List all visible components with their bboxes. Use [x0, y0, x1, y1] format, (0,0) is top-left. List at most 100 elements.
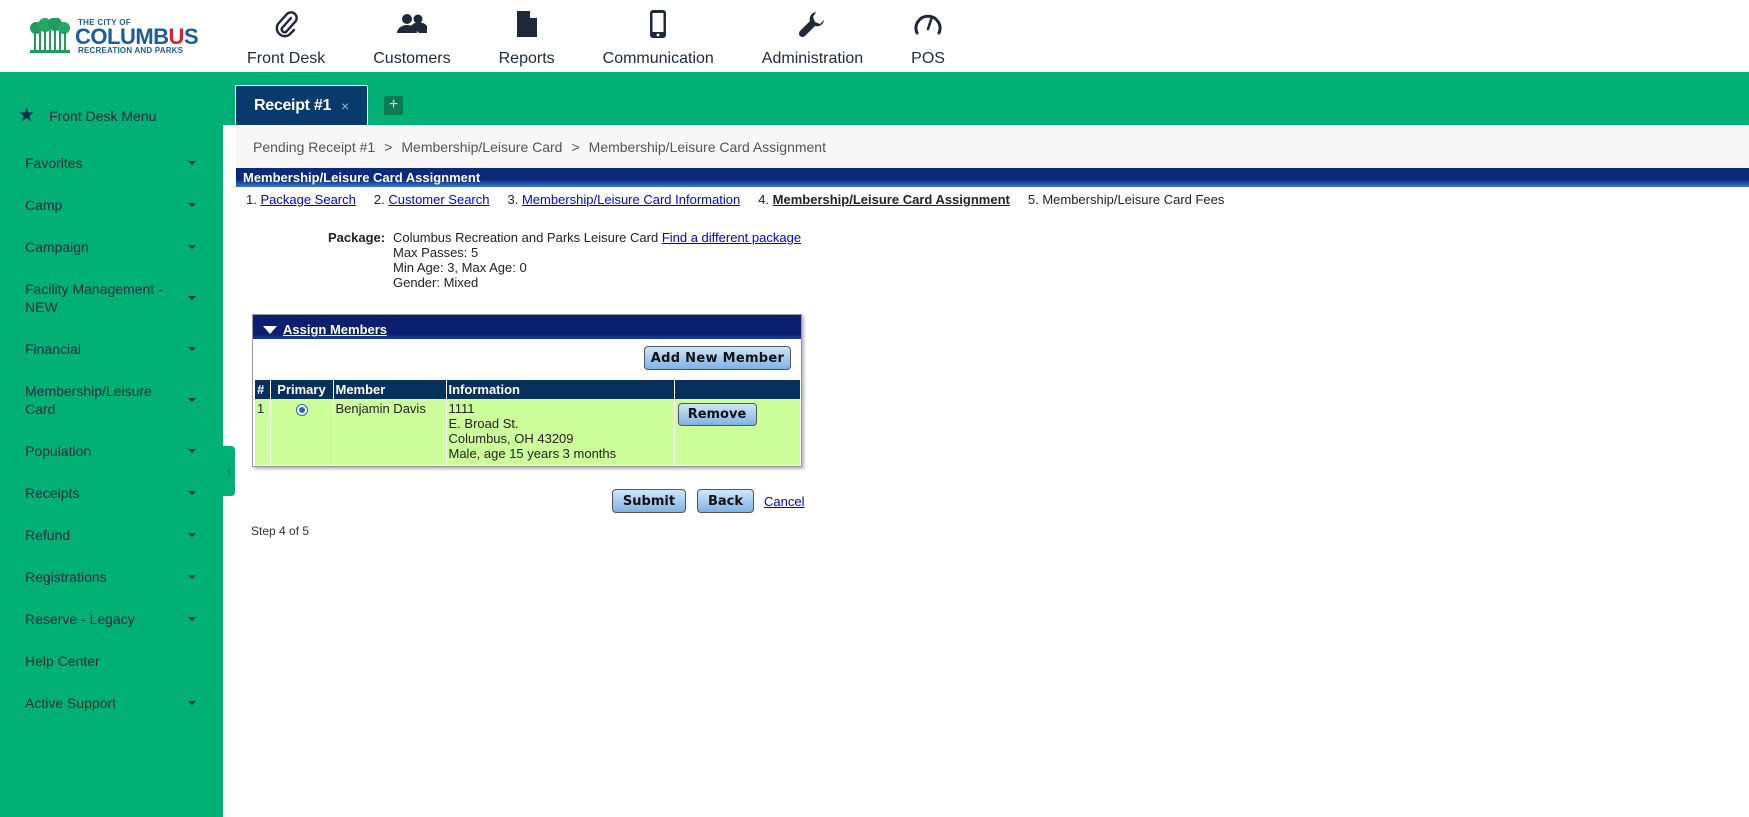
sidebar-item-receipts[interactable]: Receipts	[0, 472, 223, 514]
chevron-left-icon: ‹	[227, 464, 231, 478]
caret-down-icon	[188, 296, 196, 300]
sidebar-item-active-support[interactable]: Active Support	[0, 682, 223, 724]
phone-icon	[649, 8, 667, 40]
package-name: Columbus Recreation and Parks Leisure Ca…	[393, 230, 659, 245]
nav-reports[interactable]: Reports	[475, 0, 579, 72]
info-line: Columbus, OH 43209	[448, 431, 574, 446]
sidebar-collapse-handle[interactable]: ‹	[223, 446, 235, 496]
caret-down-icon	[188, 203, 196, 207]
front-desk-menu-title[interactable]: ★ Front Desk Menu	[18, 106, 156, 125]
form-actions: Submit Back Cancel	[612, 489, 804, 513]
wizard-steps: 1. Package Search 2. Customer Search 3. …	[246, 192, 1242, 207]
member-name: Benjamin Davis	[333, 399, 447, 465]
gauge-icon	[913, 8, 943, 40]
nav-label: Reports	[498, 50, 555, 67]
package-max-passes: Max Passes: 5	[393, 245, 479, 260]
cancel-link[interactable]: Cancel	[764, 494, 804, 509]
sidebar-item-label: Population	[25, 443, 92, 459]
nav-label: Communication	[602, 50, 714, 67]
add-tab-button[interactable]: +	[384, 96, 403, 115]
close-icon[interactable]: ×	[341, 98, 349, 114]
tab-receipt-1[interactable]: Receipt #1 ×	[235, 85, 368, 125]
columbus-logo[interactable]: THE CITY OF COLUMBUS RECREATION AND PARK…	[28, 16, 199, 56]
sidebar-item-label: Financial	[25, 341, 82, 357]
breadcrumb-separator: >	[384, 138, 393, 155]
step-package-search: 1. Package Search	[246, 192, 356, 207]
sidebar-item-label: Camp	[25, 197, 63, 213]
nav-communication[interactable]: Communication	[579, 0, 738, 72]
step-link[interactable]: Membership/Leisure Card Information	[522, 192, 740, 207]
sidebar-item-favorites[interactable]: Favorites	[0, 142, 223, 184]
caret-down-icon	[188, 161, 196, 165]
package-ages: Min Age: 3, Max Age: 0	[393, 260, 527, 275]
assign-members-header[interactable]: Assign Members	[253, 315, 801, 340]
top-navigation: Front Desk Customers Reports Communicati…	[224, 0, 969, 72]
sidebar-item-registrations[interactable]: Registrations	[0, 556, 223, 598]
primary-radio[interactable]	[295, 404, 308, 416]
logo-subtitle: RECREATION AND PARKS	[78, 46, 184, 55]
sidebar-item-facility-management[interactable]: Facility Management - NEW	[0, 268, 223, 328]
caret-down-icon	[188, 575, 196, 579]
sidebar-item-label: Active Support	[25, 695, 117, 711]
sidebar-item-label: Registrations	[25, 569, 107, 585]
step-link[interactable]: Customer Search	[388, 192, 489, 207]
remove-button[interactable]: Remove	[677, 403, 757, 426]
back-button[interactable]: Back	[697, 489, 754, 513]
sidebar-item-camp[interactable]: Camp	[0, 184, 223, 226]
sidebar-item-label: Membership/Leisure Card	[25, 383, 152, 417]
assign-members-title: Assign Members	[283, 322, 388, 337]
column-header: Primary	[270, 380, 334, 399]
star-icon: ★	[18, 105, 36, 126]
sidebar-item-label: Help Center	[25, 653, 100, 669]
info-line: Male, age 15 years 3 months	[448, 446, 617, 461]
sidebar-item-label: Campaign	[25, 239, 89, 255]
sidebar-item-label: Facility Management - NEW	[25, 281, 163, 315]
nav-pos[interactable]: POS	[887, 0, 969, 72]
breadcrumb-item: Membership/Leisure Card	[401, 138, 563, 155]
primary-cell	[270, 399, 334, 465]
nav-front-desk[interactable]: Front Desk	[224, 0, 349, 72]
sidebar-item-label: Refund	[25, 527, 71, 543]
submit-button[interactable]: Submit	[612, 489, 686, 513]
sidebar-item-help-center[interactable]: Help Center	[0, 640, 223, 682]
users-icon	[396, 8, 427, 40]
caret-down-icon	[188, 533, 196, 537]
sidebar-item-financial[interactable]: Financial	[0, 328, 223, 370]
info-line: E. Broad St.	[448, 416, 519, 431]
front-desk-menu-label: Front Desk Menu	[49, 107, 157, 124]
breadcrumb: Pending Receipt #1 > Membership/Leisure …	[236, 125, 1749, 168]
sidebar-menu: Favorites Camp Campaign Facility Managem…	[0, 142, 223, 724]
sidebar-item-membership[interactable]: Membership/Leisure Card	[0, 370, 223, 430]
assign-members-panel: Assign Members Add New Member # Primary …	[252, 314, 802, 467]
step-link[interactable]: Package Search	[260, 192, 355, 207]
sidebar-item-campaign[interactable]: Campaign	[0, 226, 223, 268]
nav-customers[interactable]: Customers	[349, 0, 474, 72]
tab-label: Receipt #1	[254, 96, 332, 114]
table-header-row: # Primary Member Information	[255, 380, 801, 399]
step-card-information: 3. Membership/Leisure Card Information	[507, 192, 741, 207]
add-new-member-button[interactable]: Add New Member	[644, 346, 791, 370]
members-table: # Primary Member Information 1 Benjamin …	[255, 380, 801, 465]
nav-label: Front Desk	[247, 50, 326, 67]
sidebar-item-reserve-legacy[interactable]: Reserve - Legacy	[0, 598, 223, 640]
find-different-package-link[interactable]: Find a different package	[662, 230, 801, 245]
step-progress-text: Step 4 of 5	[251, 524, 310, 538]
caret-down-icon	[188, 701, 196, 705]
nav-label: POS	[911, 50, 945, 67]
tab-strip: Receipt #1 × +	[223, 72, 1749, 125]
step-customer-search: 2. Customer Search	[373, 192, 490, 207]
caret-down-icon	[188, 347, 196, 351]
nav-administration[interactable]: Administration	[738, 0, 887, 72]
sidebar-item-refund[interactable]: Refund	[0, 514, 223, 556]
breadcrumb-item: Membership/Leisure Card Assignment	[588, 138, 826, 155]
nav-label: Customers	[373, 50, 451, 67]
wrench-icon	[798, 8, 826, 40]
table-row: 1 Benjamin Davis 1111 E. Broad St. Colum…	[255, 399, 801, 465]
caret-down-icon	[188, 398, 196, 402]
column-header: Member	[333, 380, 447, 399]
row-index: 1	[255, 399, 271, 465]
sidebar-item-population[interactable]: Population	[0, 430, 223, 472]
step-card-fees: 5. Membership/Leisure Card Fees	[1027, 192, 1225, 207]
document-icon	[516, 8, 538, 40]
member-information: 1111 E. Broad St. Columbus, OH 43209 Mal…	[446, 399, 675, 465]
